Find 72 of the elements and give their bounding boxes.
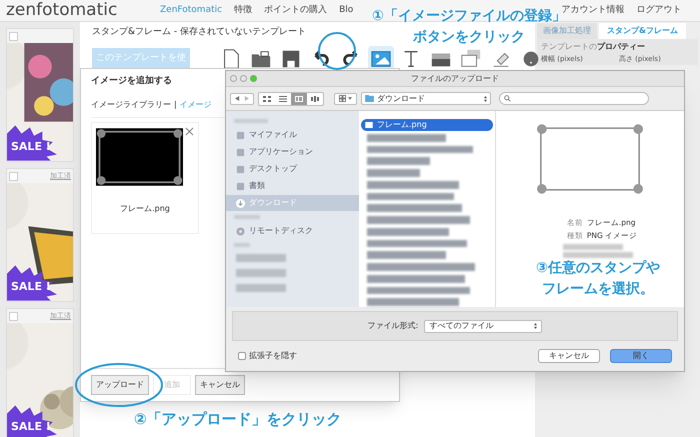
select-checkbox[interactable] (9, 172, 18, 180)
disc-icon (236, 226, 245, 236)
close-icon[interactable] (185, 126, 194, 136)
annotation-text: ③任意のスタンプや (536, 259, 660, 278)
tab-separator: | (174, 98, 177, 110)
sidebar-item[interactable]: マイファイル (226, 127, 359, 143)
sale-badge (7, 125, 59, 161)
grid-icon (263, 96, 271, 102)
nav-link[interactable]: アカウント情報 (561, 4, 624, 18)
back-forward-button[interactable] (230, 92, 254, 104)
annotation-text: フレームを選択。 (542, 280, 654, 299)
search-field[interactable] (499, 92, 649, 105)
panel-heading: テンプレートのプロパティー (541, 41, 646, 53)
columns-icon (295, 96, 303, 102)
open-button[interactable]: 開く (610, 349, 672, 363)
nav-link[interactable]: ポイントの購入 (264, 4, 328, 18)
select-checkbox[interactable] (9, 312, 18, 320)
file-row[interactable]: フレーム.png (361, 119, 493, 131)
highlight-circle (317, 31, 357, 71)
blurred-item (236, 284, 286, 292)
cancel-button[interactable]: キャンセル (195, 375, 245, 395)
sidebar-item[interactable]: デスクトップ (226, 161, 359, 177)
file-icon (236, 130, 245, 140)
sidebar-item[interactable]: アプリケーション (226, 144, 359, 160)
sidebar-item[interactable]: 書類 (226, 178, 359, 194)
annotation-text: ボタンをクリック (412, 28, 525, 47)
caret-icon (348, 97, 352, 100)
image-tab[interactable]: イメージ (180, 98, 212, 110)
sale-label: SALE ! (11, 418, 51, 434)
blurred-item (236, 254, 286, 262)
file-icon (365, 122, 373, 128)
library-tab[interactable]: イメージライブラリー (91, 98, 171, 110)
blurred-file-row (367, 157, 430, 166)
checkbox-label: 拡張子を隠す (249, 350, 297, 362)
select-checkbox[interactable] (9, 32, 18, 40)
format-popup[interactable]: すべてのファイル (424, 320, 542, 332)
download-icon (236, 198, 245, 208)
upload-button[interactable]: アップロード (91, 375, 149, 395)
blurred-item (236, 269, 286, 277)
stroke-color-icon[interactable] (460, 48, 482, 70)
sale-badge (7, 405, 59, 437)
image-name: フレーム.png (120, 202, 170, 214)
list-icon (279, 96, 287, 102)
blurred-file-row (367, 169, 420, 177)
window-title: ファイルのアップロード (411, 72, 499, 84)
sale-label: SALE ! (11, 138, 51, 154)
editor-title: スタンプ&フレーム - 保存されていないテンプレート (92, 26, 306, 39)
nav-link[interactable]: Blo (339, 4, 354, 18)
grid-icon (339, 95, 346, 102)
sale-badge (7, 265, 59, 301)
dialog-title: イメージを追加する (91, 75, 172, 88)
arrange-button[interactable] (334, 92, 357, 104)
image-tile[interactable]: フレーム.png (91, 122, 199, 234)
view-mode-button[interactable] (291, 92, 307, 104)
nav-link[interactable]: 特徴 (234, 4, 252, 18)
product-card[interactable]: SALE ! (6, 28, 74, 162)
cover-flow-icon (311, 96, 319, 102)
location-popup[interactable]: ダウンロード (361, 92, 491, 105)
cancel-button[interactable]: キャンセル (538, 349, 600, 363)
logo[interactable]: zenfotomatic (6, 0, 156, 24)
sale-label: SALE ! (11, 278, 51, 294)
blurred-info (562, 252, 633, 258)
blurred-info (562, 244, 623, 250)
search-icon (504, 95, 511, 102)
folder-icon (365, 95, 374, 102)
updown-icon (484, 96, 487, 102)
nav-link[interactable]: ログアウト (636, 4, 682, 18)
back-icon[interactable] (235, 96, 240, 101)
sidebar-item[interactable]: リモートディスク (226, 223, 359, 239)
annotation-text: ②「アップロード」をクリック (134, 409, 342, 430)
checkbox[interactable] (238, 352, 246, 360)
format-label: ファイル形式: (368, 320, 418, 332)
